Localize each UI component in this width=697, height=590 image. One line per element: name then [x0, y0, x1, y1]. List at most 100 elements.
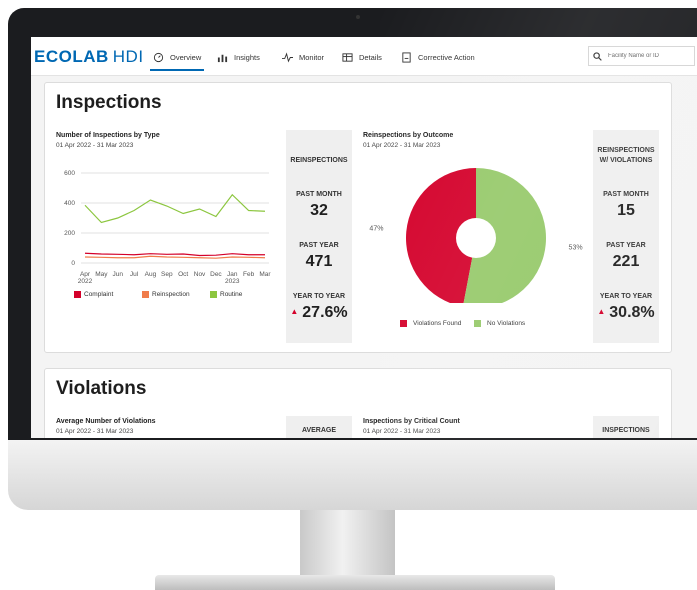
- stat-label: PAST YEAR: [299, 242, 339, 249]
- monitor-stand-base: [155, 575, 555, 590]
- section-title: Violations: [56, 378, 147, 399]
- legend-label: Violations Found: [413, 320, 462, 327]
- violations-card: Violations Average Number of Violations …: [44, 368, 672, 438]
- chart-date-range: 01 Apr 2022 - 31 Mar 2023: [56, 142, 134, 149]
- stat-value-text: 27.6%: [302, 304, 348, 321]
- stat-label: YEAR TO YEAR: [292, 293, 346, 300]
- stat-header: AVERAGE: [301, 427, 337, 434]
- stat-value: 32: [310, 202, 328, 219]
- tab-label: Monitor: [299, 52, 325, 62]
- legend-label: Routine: [220, 291, 243, 298]
- legend-swatch: [400, 320, 407, 327]
- top-nav: ECOLAB HDI Overview Insights Monitor Deta…: [31, 37, 697, 76]
- tab-label: Insights: [234, 52, 260, 62]
- logo-product: HDI: [112, 47, 144, 66]
- y-tick-label: 200: [64, 230, 75, 237]
- bar-chart-icon: [217, 54, 228, 62]
- stat-label: PAST MONTH: [603, 191, 649, 198]
- trend-up-icon: ▲: [597, 307, 606, 316]
- stat-value: 15: [617, 202, 635, 219]
- chart-title: Average Number of Violations: [56, 418, 156, 425]
- critical-stats: INSPECTIONS: [593, 416, 659, 438]
- pie-slice-label: 53%: [569, 244, 583, 251]
- section-title: Inspections: [56, 92, 162, 113]
- reinspections-stats: REINSPECTIONS PAST MONTH 32 PAST YEAR 47…: [286, 130, 352, 343]
- legend-item-violations-found: Violations Found: [400, 320, 461, 327]
- logo[interactable]: ECOLAB HDI: [34, 47, 144, 67]
- x-tick-label: Jul: [130, 271, 139, 278]
- chart-title: Reinspections by Outcome: [363, 132, 454, 139]
- x-tick-label: Apr: [80, 271, 91, 278]
- x-year-label: 2022: [78, 278, 93, 285]
- chart-date-range: 01 Apr 2022 - 31 Mar 2023: [56, 428, 134, 435]
- legend-item-routine: Routine: [210, 291, 242, 298]
- x-tick-label: Dec: [210, 271, 222, 278]
- series-line-complaint: [84, 252, 265, 257]
- inspections-card: Inspections Number of Inspections by Typ…: [44, 82, 672, 353]
- average-stats: AVERAGE: [286, 416, 352, 438]
- x-tick-label: Jan: [227, 271, 238, 278]
- stat-value-text: 30.8%: [609, 304, 655, 321]
- tab-label: Corrective Action: [418, 52, 475, 62]
- y-tick-label: 400: [64, 200, 75, 207]
- x-tick-label: Oct: [178, 271, 188, 278]
- x-tick-label: Jun: [112, 271, 123, 278]
- chart-title: Inspections by Critical Count: [363, 418, 460, 425]
- legend-item-reinspection: Reinspection: [142, 291, 190, 298]
- pulse-icon: [282, 51, 293, 62]
- search-box[interactable]: [588, 46, 695, 66]
- series-line-routine: [84, 193, 266, 224]
- legend-label: Reinspection: [152, 291, 190, 298]
- stat-header: INSPECTIONS: [602, 427, 650, 434]
- chart-title: Number of Inspections by Type: [56, 132, 160, 139]
- tab-label: Overview: [170, 52, 202, 62]
- stat-label: YEAR TO YEAR: [599, 293, 653, 300]
- violations-stats: REINSPECTIONS W/ VIOLATIONS PAST MONTH 1…: [593, 130, 659, 343]
- stat-header: W/ VIOLATIONS: [599, 157, 653, 164]
- monitor-chin: [8, 440, 697, 510]
- tab-overview[interactable]: Overview: [149, 51, 205, 71]
- stat-value: ▲ 27.6%: [286, 304, 352, 322]
- search-input[interactable]: [608, 53, 682, 59]
- chart-date-range: 01 Apr 2022 - 31 Mar 2023: [363, 428, 441, 435]
- stat-value: 221: [612, 253, 640, 270]
- reinspections-by-outcome-chart: 47% 53%: [369, 168, 583, 303]
- y-tick-label: 0: [71, 260, 75, 267]
- tab-monitor[interactable]: Monitor: [282, 51, 324, 63]
- donut-hole: [456, 218, 496, 258]
- tab-corrective-action[interactable]: Corrective Action: [401, 51, 475, 63]
- tab-details[interactable]: Details: [342, 51, 382, 63]
- x-tick-label: Feb: [243, 271, 255, 278]
- tab-insights[interactable]: Insights: [217, 51, 260, 63]
- legend-swatch: [142, 291, 149, 298]
- series-line-reinspection: [84, 255, 266, 259]
- x-tick-label: Sep: [161, 271, 173, 278]
- x-tick-label: Mar: [259, 271, 271, 278]
- legend-swatch: [74, 291, 81, 298]
- stat-label: PAST YEAR: [606, 242, 646, 249]
- monitor-stand-neck: [300, 510, 395, 575]
- table-icon: [342, 52, 353, 62]
- stat-header: REINSPECTIONS: [290, 157, 348, 164]
- legend-item-no-violations: No Violations: [474, 320, 525, 327]
- webcam: [356, 15, 360, 19]
- tab-label: Details: [359, 52, 382, 62]
- logo-brand: ECOLAB: [34, 47, 109, 66]
- legend-item-complaint: Complaint: [74, 291, 113, 298]
- document-icon: [402, 51, 411, 63]
- gauge-icon: [153, 52, 164, 62]
- inspections-by-type-chart: 0 200 400 600 Apr May Jun Jul Aug Sep Oct Nov Dec Jan…: [64, 170, 271, 285]
- legend-label: Complaint: [84, 291, 114, 298]
- pie-slice-label: 47%: [369, 226, 383, 233]
- legend-swatch: [210, 291, 217, 298]
- stat-label: PAST MONTH: [296, 191, 342, 198]
- search-icon: [593, 51, 602, 61]
- x-tick-label: Nov: [194, 271, 206, 278]
- legend-label: No Violations: [487, 320, 526, 327]
- stat-value: 471: [305, 253, 333, 270]
- trend-up-icon: ▲: [290, 307, 299, 316]
- x-tick-label: Aug: [145, 271, 157, 278]
- chart-date-range: 01 Apr 2022 - 31 Mar 2023: [363, 142, 441, 149]
- x-tick-label: May: [95, 271, 108, 278]
- legend-swatch: [474, 320, 481, 327]
